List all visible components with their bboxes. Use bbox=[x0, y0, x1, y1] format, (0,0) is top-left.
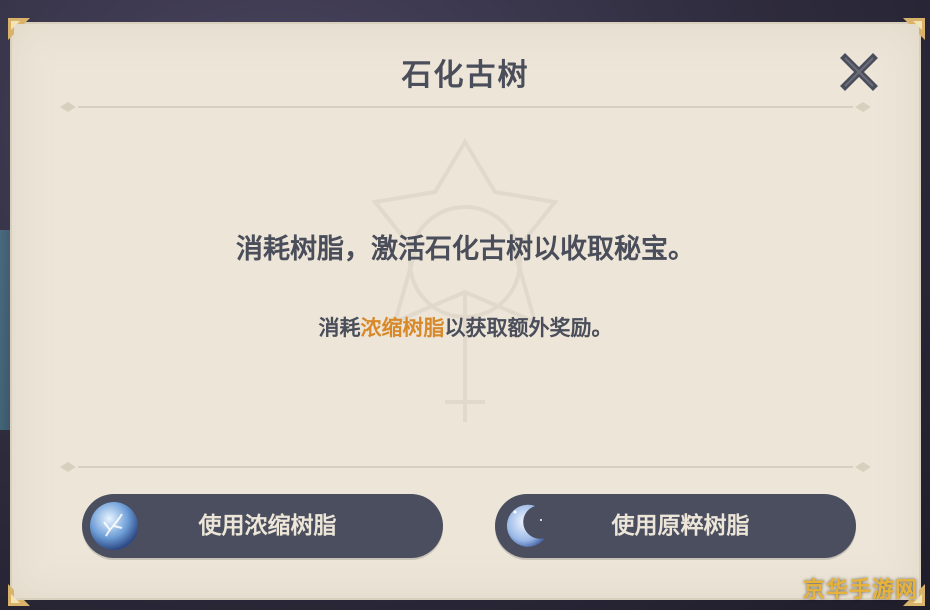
use-original-resin-label: 使用原粹树脂 bbox=[611, 513, 750, 539]
close-icon bbox=[840, 53, 878, 91]
corner-ornament-icon bbox=[6, 16, 32, 42]
use-condensed-resin-label: 使用浓缩树脂 bbox=[198, 513, 337, 539]
use-condensed-resin-button[interactable]: 使用浓缩树脂 bbox=[82, 494, 443, 558]
sub-message-prefix: 消耗 bbox=[318, 316, 361, 340]
use-original-resin-button[interactable]: 使用原粹树脂 bbox=[495, 494, 856, 558]
dialog-title: 石化古树 bbox=[401, 58, 530, 93]
petrified-tree-dialog: 石化古树 消耗树脂，激活石化古树以收取秘宝。 消耗浓缩树脂以获取额外奖励。 使用… bbox=[8, 18, 925, 606]
condensed-resin-highlight: 浓缩树脂 bbox=[360, 316, 445, 340]
site-watermark: 京华手游网 bbox=[802, 578, 918, 603]
corner-ornament-icon bbox=[901, 16, 927, 42]
close-button[interactable] bbox=[839, 52, 879, 92]
corner-ornament-icon bbox=[6, 582, 32, 608]
title-divider bbox=[58, 100, 873, 114]
bottom-divider bbox=[58, 460, 873, 474]
dialog-message: 消耗树脂，激活石化古树以收取秘宝。 bbox=[236, 234, 695, 265]
sub-message-suffix: 以获取额外奖励。 bbox=[444, 316, 613, 340]
tree-emblem-watermark bbox=[335, 132, 595, 432]
dialog-sub-message: 消耗浓缩树脂以获取额外奖励。 bbox=[10, 312, 921, 342]
